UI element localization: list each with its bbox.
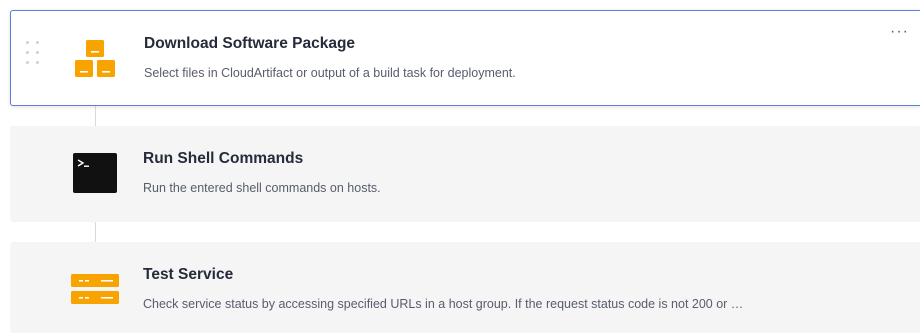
server-icon xyxy=(71,274,119,304)
step-title: Run Shell Commands xyxy=(143,150,304,167)
step-connector-2 xyxy=(95,222,96,242)
step-connector-1 xyxy=(95,106,96,126)
step-card-test-service[interactable]: Test Service Check service status by acc… xyxy=(10,242,920,333)
step-title: Download Software Package xyxy=(144,35,356,52)
step-card-download-software-package[interactable]: Download Software Package Select files i… xyxy=(10,10,920,106)
step-title: Test Service xyxy=(143,266,234,283)
step-card-run-shell-commands[interactable]: Run Shell Commands Run the entered shell… xyxy=(10,126,920,222)
more-options-button[interactable]: ··· xyxy=(890,24,909,40)
drag-handle-icon[interactable] xyxy=(26,41,40,77)
step-description: Run the entered shell commands on hosts. xyxy=(143,181,381,195)
terminal-icon xyxy=(73,153,117,193)
step-description: Select files in CloudArtifact or output … xyxy=(144,66,516,80)
package-boxes-icon xyxy=(75,40,115,77)
step-description: Check service status by accessing specif… xyxy=(143,297,744,311)
